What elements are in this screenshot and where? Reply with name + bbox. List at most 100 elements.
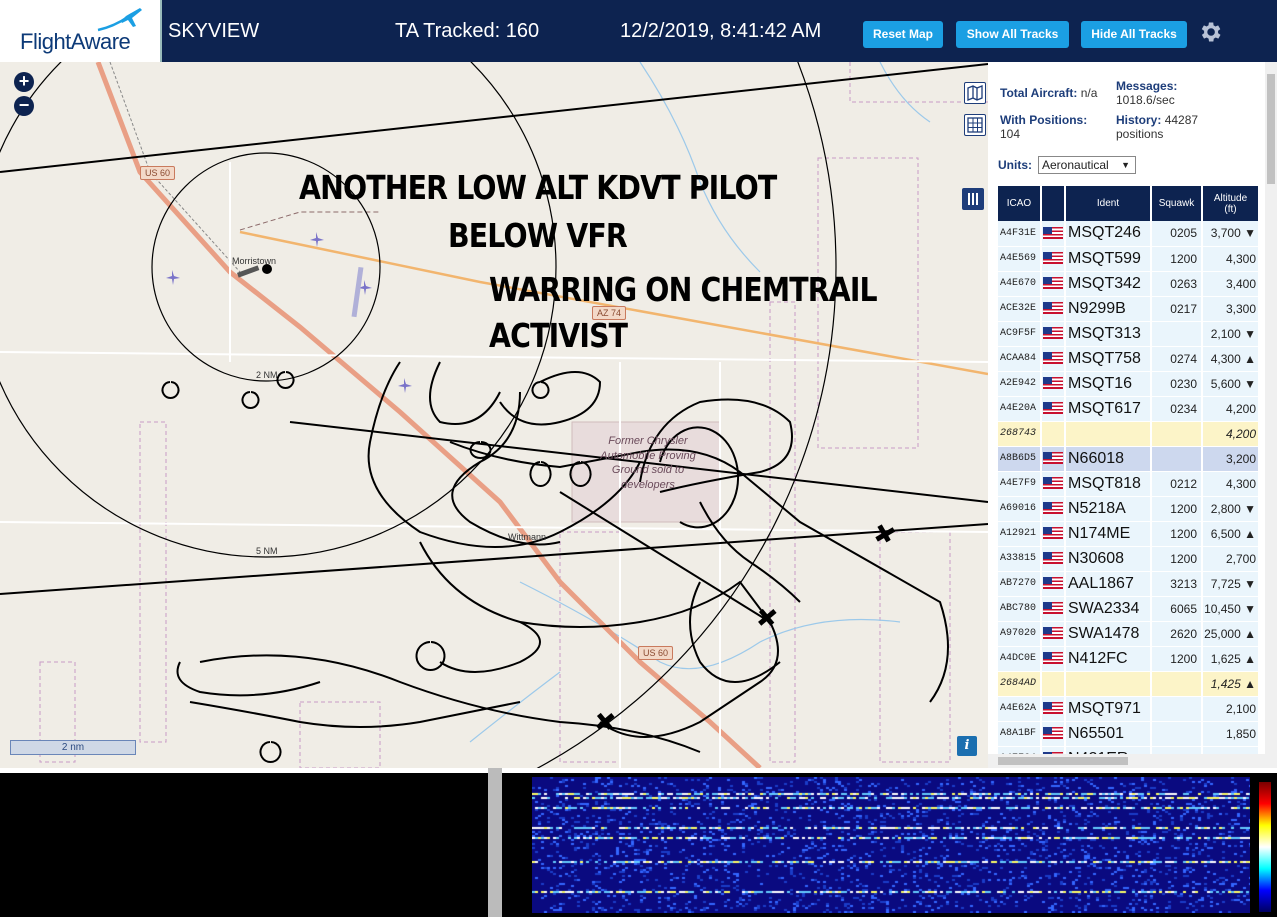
us-flag-icon [1043, 502, 1063, 515]
icao-cell: A2E942 [998, 371, 1042, 397]
us-flag-icon [1043, 377, 1063, 390]
column-header-altitude[interactable]: Altitude (ft) [1202, 186, 1260, 221]
flag-cell [1041, 296, 1066, 322]
table-row[interactable]: A12921 N174ME 1200 6,500 ▲ [998, 521, 1260, 547]
table-row[interactable]: ACAA84 MSQT758 0274 4,300 ▲ [998, 346, 1260, 372]
table-row[interactable]: A69016 N5218A 1200 2,800 ▼ [998, 496, 1260, 522]
altitude-cell: 4,200 [1202, 396, 1260, 422]
table-row[interactable]: A8B6D5 N66018 3,200 [998, 446, 1260, 472]
squawk-cell [1151, 321, 1203, 347]
altitude-cell: 25,000 ▲ [1202, 621, 1260, 647]
column-header-icao[interactable]: ICAO [998, 186, 1042, 221]
altitude-header-unit: (ft) [1224, 203, 1237, 215]
table-row[interactable]: A4E569 MSQT599 1200 4,300 [998, 246, 1260, 272]
flightaware-logo[interactable]: FlightAware [0, 0, 162, 62]
table-row[interactable]: A4E670 MSQT342 0263 3,400 [998, 271, 1260, 297]
us-flag-icon [1043, 702, 1063, 715]
flag-cell [1041, 621, 1066, 647]
table-row[interactable]: A2E942 MSQT16 0230 5,600 ▼ [998, 371, 1260, 397]
column-header-flag[interactable] [1041, 186, 1066, 221]
flag-cell [1041, 471, 1066, 497]
icao-cell: A33815 [998, 546, 1042, 572]
ident-cell: AAL1867 [1065, 571, 1152, 597]
vertical-scrollbar[interactable] [1265, 62, 1277, 754]
icao-cell: A97020 [998, 621, 1042, 647]
zoom-out-button[interactable]: − [14, 96, 34, 116]
icao-cell: AC9F5F [998, 321, 1042, 347]
grid-icon[interactable] [964, 114, 986, 136]
columns-icon[interactable] [962, 188, 984, 210]
total-aircraft-stat: Total Aircraft: n/a [1000, 86, 1097, 100]
table-row[interactable]: A4E20A MSQT617 0234 4,200 [998, 396, 1260, 422]
table-row[interactable]: A8A1BF N65501 1,850 [998, 721, 1260, 747]
altitude-cell: 5,600 ▼ [1202, 371, 1260, 397]
squawk-cell [1151, 721, 1203, 747]
road-shield: US 60 [638, 646, 674, 660]
column-header-squawk[interactable]: Squawk [1151, 186, 1203, 221]
hide-all-tracks-button[interactable]: Hide All Tracks [1081, 21, 1187, 48]
aircraft-icons[interactable] [166, 232, 412, 393]
squawk-cell: 0234 [1151, 396, 1203, 422]
map-view[interactable]: + − Morristown Wittmann 2 NM 5 NM US 60 … [0, 62, 988, 768]
stat-label: Total Aircraft: [1000, 86, 1078, 100]
icao-cell: ABC780 [998, 596, 1042, 622]
altitude-cell: 2,100 [1202, 696, 1260, 722]
flag-cell [1041, 671, 1066, 697]
icao-cell: A4E569 [998, 246, 1042, 272]
units-select[interactable]: Aeronautical ▼ [1038, 156, 1136, 174]
column-header-ident[interactable]: Ident [1065, 186, 1152, 221]
road-shield: US 60 [140, 166, 176, 180]
squawk-cell [1151, 421, 1203, 447]
chevron-down-icon: ▼ [1121, 160, 1130, 170]
table-row[interactable]: A97020 SWA1478 2620 25,000 ▲ [998, 621, 1260, 647]
table-row[interactable]: A33815 N30608 1200 2,700 [998, 546, 1260, 572]
panel-divider[interactable] [488, 768, 502, 917]
squawk-cell: 0230 [1151, 371, 1203, 397]
altitude-cell: 7,725 ▼ [1202, 571, 1260, 597]
flag-cell [1041, 546, 1066, 572]
table-row[interactable]: 268743 4,200 [998, 421, 1260, 447]
squawk-cell: 1200 [1151, 646, 1203, 672]
us-flag-icon [1043, 302, 1063, 315]
icao-cell: A4DC0E [998, 646, 1042, 672]
scale-bar: 2 nm [10, 740, 136, 755]
squawk-cell [1151, 446, 1203, 472]
table-row[interactable]: A4F31E MSQT246 0205 3,700 ▼ [998, 221, 1260, 247]
annotation-text: ANOTHER LOW ALT KDVT PILOT [299, 168, 777, 207]
icao-cell: A69016 [998, 496, 1042, 522]
table-row[interactable]: A4E62A MSQT971 2,100 [998, 696, 1260, 722]
icao-cell: A8B6D5 [998, 446, 1042, 472]
proving-ground-label: Former Chrysler Automobile Proving Groun… [600, 435, 696, 491]
units-label: Units: [998, 158, 1032, 172]
ident-cell: N412FC [1065, 646, 1152, 672]
us-flag-icon [1043, 402, 1063, 415]
squawk-cell: 1200 [1151, 246, 1203, 272]
reset-map-button[interactable]: Reset Map [863, 21, 943, 48]
icao-cell: 2684AD [998, 671, 1042, 697]
table-row[interactable]: A4DC0E N412FC 1200 1,625 ▲ [998, 646, 1260, 672]
squawk-cell: 0274 [1151, 346, 1203, 372]
map-layers-icon[interactable] [964, 82, 986, 104]
icao-cell: A4E7F9 [998, 471, 1042, 497]
flag-cell [1041, 721, 1066, 747]
flag-cell [1041, 321, 1066, 347]
horizontal-scrollbar[interactable] [988, 754, 1277, 768]
info-icon[interactable]: i [957, 736, 977, 756]
table-row[interactable]: A4E7F9 MSQT818 0212 4,300 [998, 471, 1260, 497]
ident-cell [1065, 421, 1152, 447]
messages-stat: Messages: 1018.6/sec [1116, 79, 1177, 107]
zoom-in-button[interactable]: + [14, 72, 34, 92]
table-row[interactable]: AB7270 AAL1867 3213 7,725 ▼ [998, 571, 1260, 597]
gear-icon[interactable] [1197, 19, 1223, 45]
table-row[interactable]: 2684AD 1,425 ▲ [998, 671, 1260, 697]
altitude-cell: 2,100 ▼ [1202, 321, 1260, 347]
flag-cell [1041, 421, 1066, 447]
ident-cell: MSQT971 [1065, 696, 1152, 722]
us-flag-icon [1043, 552, 1063, 565]
show-all-tracks-button[interactable]: Show All Tracks [956, 21, 1069, 48]
altitude-cell: 1,850 [1202, 721, 1260, 747]
table-row[interactable]: ABC780 SWA2334 6065 10,450 ▼ [998, 596, 1260, 622]
table-row[interactable]: AC9F5F MSQT313 2,100 ▼ [998, 321, 1260, 347]
table-row[interactable]: ACE32E N9299B 0217 3,300 [998, 296, 1260, 322]
spectrum-panel [0, 768, 1277, 917]
